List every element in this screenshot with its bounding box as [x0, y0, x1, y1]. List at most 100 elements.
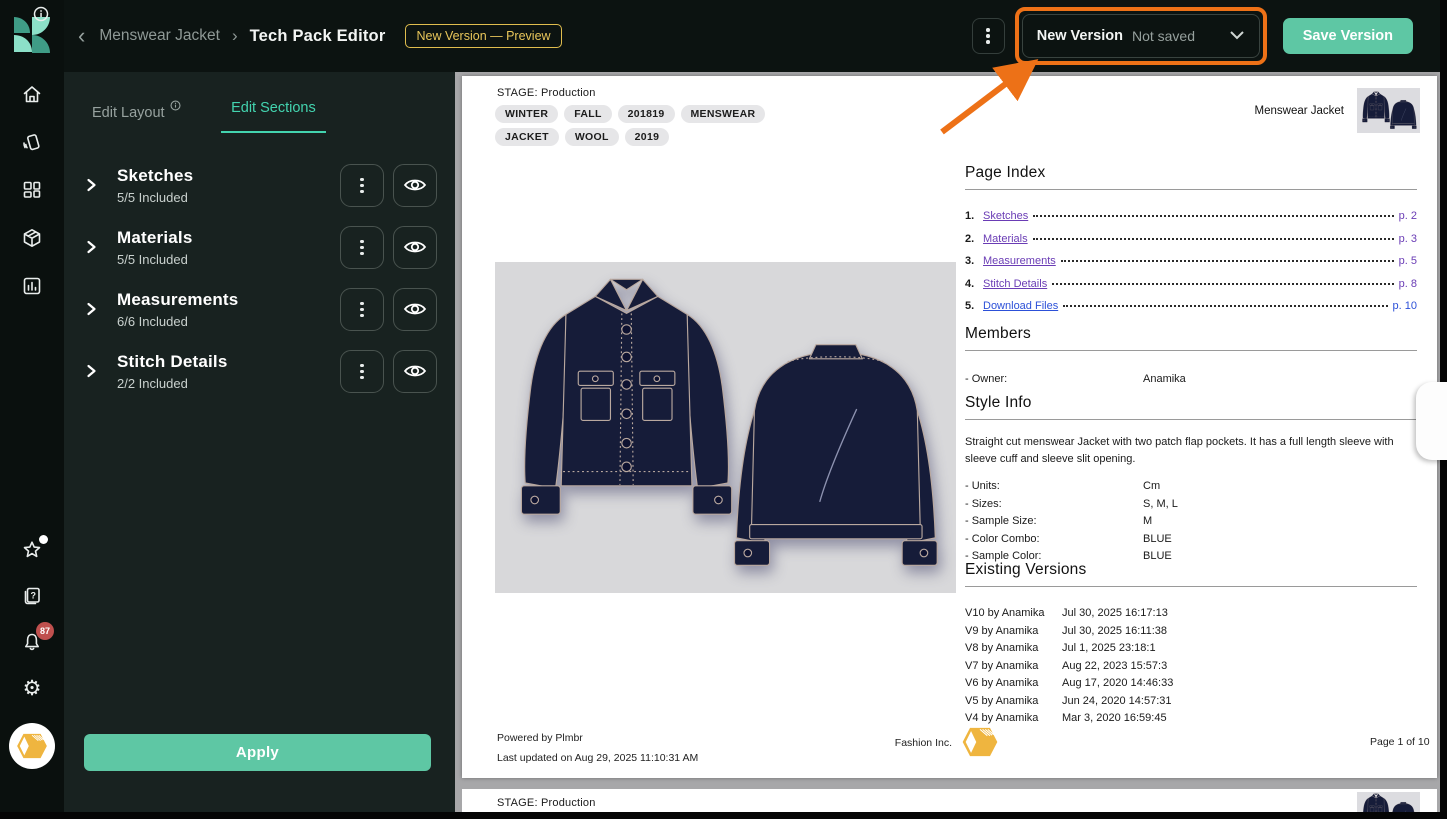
- sketch-image: [495, 262, 956, 593]
- product-thumbnail: [1357, 88, 1420, 133]
- index-link[interactable]: Stitch Details: [983, 278, 1047, 290]
- notification-badge: 87: [36, 622, 54, 640]
- section-title: Measurements: [117, 290, 331, 310]
- members-section: Members - Owner: Anamika: [965, 325, 1417, 391]
- icon-rail: ? 87 ⚙: [0, 0, 64, 819]
- star-icon[interactable]: [21, 539, 43, 561]
- app-window: ? 87 ⚙ ‹ Menswear Jacket › Tech Pack Edi…: [0, 0, 1447, 819]
- section-row-stitch-details: Stitch Details2/2 Included: [85, 350, 437, 393]
- index-row: 3. Measurements p. 5: [965, 255, 1417, 267]
- company-logo: [959, 721, 1001, 768]
- index-row: 5. Download Files p. 10: [965, 300, 1417, 312]
- section-visibility-button[interactable]: [393, 350, 437, 393]
- style-label: - Color Combo:: [965, 533, 1143, 545]
- info-icon[interactable]: [33, 6, 49, 27]
- section-kebab-button[interactable]: [340, 226, 384, 269]
- section-subtitle: 6/6 Included: [117, 314, 331, 329]
- page-title: Tech Pack Editor: [250, 27, 386, 46]
- bottom-edge-strip: [0, 812, 1447, 819]
- layout-info-icon: [168, 103, 182, 113]
- top-bar: ‹ Menswear Jacket › Tech Pack Editor New…: [64, 0, 1447, 72]
- style-value: BLUE: [1143, 533, 1172, 545]
- index-page: p. 3: [1399, 233, 1417, 245]
- version-row: V5 by AnamikaJun 24, 2020 14:57:31: [965, 695, 1417, 707]
- index-link[interactable]: Measurements: [983, 255, 1056, 267]
- style-info-section: Style Info Straight cut menswear Jacket …: [965, 394, 1417, 568]
- index-link[interactable]: Materials: [983, 233, 1028, 245]
- settings-icon[interactable]: ⚙: [21, 677, 43, 699]
- index-link[interactable]: Sketches: [983, 210, 1028, 222]
- style-label: - Sizes:: [965, 498, 1143, 510]
- save-version-button[interactable]: Save Version: [1283, 18, 1413, 54]
- section-visibility-button[interactable]: [393, 164, 437, 207]
- tag-pill: 2019: [625, 128, 670, 146]
- product-name-label: Menswear Jacket: [1255, 105, 1344, 117]
- index-page: p. 5: [1399, 255, 1417, 267]
- expand-chevron-icon[interactable]: [85, 363, 98, 379]
- index-number: 2.: [965, 233, 983, 245]
- breadcrumb-parent[interactable]: Menswear Jacket: [99, 27, 220, 45]
- style-value: M: [1143, 515, 1152, 527]
- version-row: V7 by AnamikaAug 22, 2023 15:57:3: [965, 660, 1417, 672]
- section-heading: Members: [965, 325, 1417, 343]
- company-label: Fashion Inc.: [880, 737, 952, 749]
- version-row: V4 by AnamikaMar 3, 2020 16:59:45: [965, 712, 1417, 724]
- dashboard-icon[interactable]: [21, 179, 43, 201]
- document-viewport[interactable]: STAGE: Production WINTER FALL 201819 MEN…: [455, 72, 1447, 819]
- style-label: - Units:: [965, 480, 1143, 492]
- account-avatar[interactable]: [9, 723, 55, 769]
- back-icon[interactable]: ‹: [78, 25, 85, 47]
- section-subtitle: 5/5 Included: [117, 252, 331, 267]
- section-row-measurements: Measurements 6/6 Included: [85, 288, 437, 331]
- collapsed-panel-handle[interactable]: [1416, 382, 1447, 460]
- version-row: V6 by AnamikaAug 17, 2020 14:46:33: [965, 677, 1417, 689]
- expand-chevron-icon[interactable]: [85, 301, 98, 317]
- style-value: S, M, L: [1143, 498, 1178, 510]
- package-icon[interactable]: [21, 227, 43, 249]
- section-visibility-button[interactable]: [393, 288, 437, 331]
- star-dot-badge: [39, 535, 48, 544]
- apply-button[interactable]: Apply: [84, 734, 431, 771]
- page-number-label: Page 1 of 10: [1370, 736, 1430, 748]
- section-kebab-button[interactable]: [340, 164, 384, 207]
- section-heading: Page Index: [965, 164, 1417, 182]
- stage-label: STAGE: Production: [497, 87, 596, 99]
- section-visibility-button[interactable]: [393, 226, 437, 269]
- index-page: p. 10: [1393, 300, 1417, 312]
- index-number: 5.: [965, 300, 983, 312]
- index-link[interactable]: Download Files: [983, 300, 1058, 312]
- owner-value: Anamika: [1143, 373, 1186, 385]
- tab-edit-sections[interactable]: Edit Sections: [221, 100, 326, 133]
- last-updated-label: Last updated on Aug 29, 2025 11:10:31 AM: [497, 752, 698, 764]
- version-row: V8 by AnamikaJul 1, 2025 23:18:1: [965, 642, 1417, 654]
- bell-icon[interactable]: 87: [21, 631, 43, 653]
- tab-edit-layout[interactable]: Edit Layout: [92, 100, 181, 133]
- style-label: - Sample Size:: [965, 515, 1143, 527]
- version-dropdown[interactable]: New Version Not saved: [1022, 14, 1260, 58]
- version-row: V10 by AnamikaJul 30, 2025 16:17:13: [965, 607, 1417, 619]
- header-kebab-menu-button[interactable]: [972, 18, 1005, 54]
- version-row: V9 by AnamikaJul 30, 2025 16:11:38: [965, 625, 1417, 637]
- section-subtitle: 2/2 Included: [117, 376, 331, 391]
- tag-list: WINTER FALL 201819 MENSWEAR JACKET WOOL …: [495, 105, 825, 146]
- section-kebab-button[interactable]: [340, 288, 384, 331]
- section-subtitle: 5/5 Included: [117, 190, 331, 205]
- preview-status-badge: New Version — Preview: [405, 24, 561, 48]
- section-kebab-button[interactable]: [340, 350, 384, 393]
- chart-icon[interactable]: [21, 275, 43, 297]
- chevron-down-icon: [1229, 27, 1245, 45]
- style-description: Straight cut menswear Jacket with two pa…: [965, 434, 1417, 468]
- expand-chevron-icon[interactable]: [85, 177, 98, 193]
- tag-pill: WINTER: [495, 105, 558, 123]
- page-index-section: Page Index 1. Sketches p. 2 2. M: [965, 164, 1417, 323]
- section-heading: Existing Versions: [965, 561, 1417, 579]
- tag-pill: 201819: [618, 105, 675, 123]
- stage-label: STAGE: Production: [497, 797, 596, 809]
- expand-chevron-icon[interactable]: [85, 239, 98, 255]
- section-heading: Style Info: [965, 394, 1417, 412]
- tag-pill: FALL: [564, 105, 611, 123]
- shake-phone-icon[interactable]: [21, 131, 43, 153]
- help-icon[interactable]: ?: [21, 585, 43, 607]
- home-icon[interactable]: [21, 83, 43, 105]
- index-row: 1. Sketches p. 2: [965, 210, 1417, 222]
